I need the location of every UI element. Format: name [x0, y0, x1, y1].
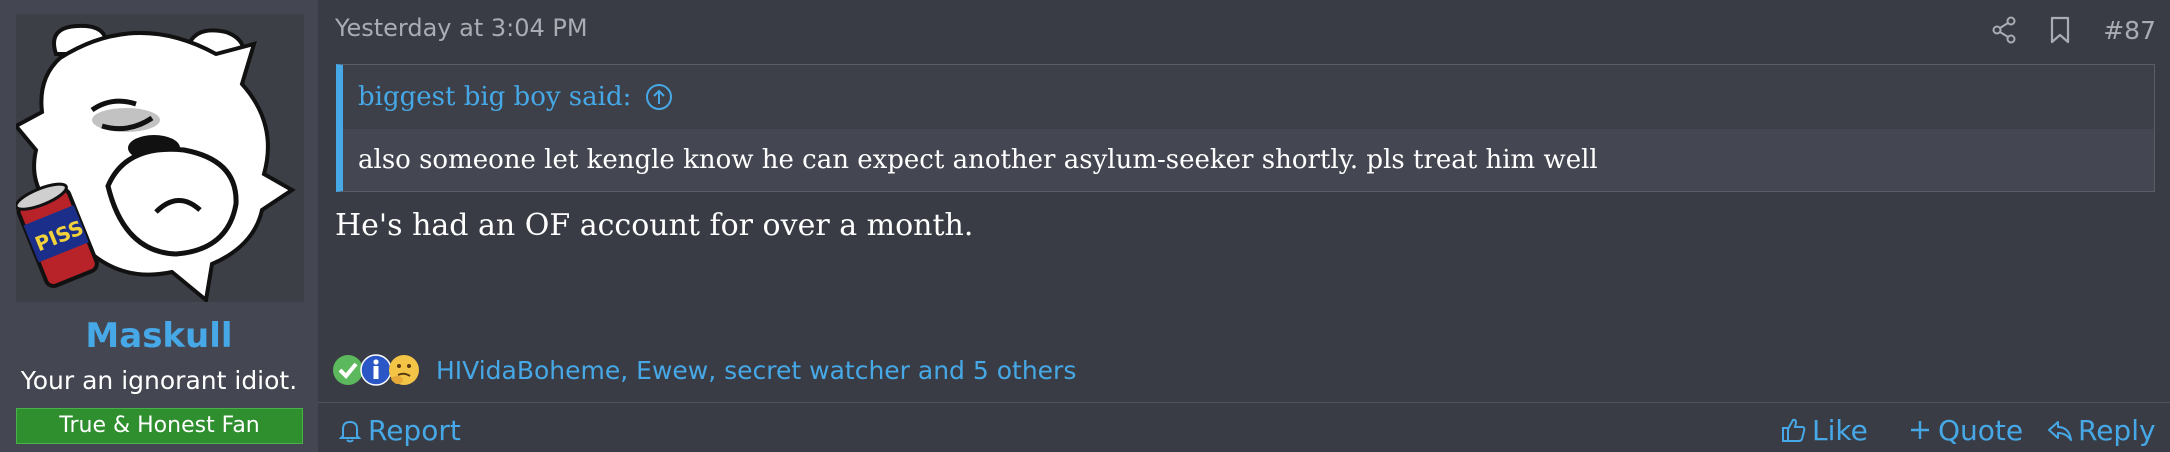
- plus-icon: [1911, 421, 1929, 439]
- forum-post: PISS Maskull Your an ignorant idiot. Tru…: [0, 0, 2170, 452]
- bear-avatar-icon: PISS: [16, 14, 304, 302]
- thinking-face-icon: [389, 355, 419, 385]
- quote-block: biggest big boy said: also someone let k…: [336, 64, 2155, 192]
- reactions-bar[interactable]: HIVidaBoheme, Ewew, secret watcher and 5…: [332, 350, 1076, 390]
- reaction-icons[interactable]: [332, 352, 428, 388]
- quote-button[interactable]: Quote: [1906, 412, 2023, 448]
- quote-header: biggest big boy said:: [343, 65, 2154, 129]
- like-button[interactable]: Like: [1780, 412, 1868, 448]
- like-label: Like: [1812, 413, 1868, 447]
- reply-button[interactable]: Reply: [2046, 412, 2156, 448]
- reply-arrow-icon: [2048, 421, 2072, 441]
- bell-icon: [338, 420, 362, 443]
- quote-label: Quote: [1938, 413, 2024, 447]
- jump-up-icon[interactable]: [645, 83, 673, 111]
- user-sidebar: PISS Maskull Your an ignorant idiot. Tru…: [0, 0, 318, 452]
- reaction-users-link[interactable]: HIVidaBoheme, Ewew, secret watcher and 5…: [436, 356, 1076, 385]
- username[interactable]: Maskull: [0, 316, 318, 356]
- user-title: Your an ignorant idiot.: [20, 366, 298, 395]
- report-label: Report: [368, 413, 461, 447]
- report-button[interactable]: Report: [336, 412, 461, 448]
- bookmark-icon[interactable]: [2047, 16, 2073, 44]
- post-number[interactable]: #87: [2103, 16, 2156, 45]
- footer-divider: [318, 402, 2170, 403]
- thumbs-up-icon: [1782, 418, 1806, 442]
- quote-author[interactable]: biggest big boy said:: [358, 82, 631, 112]
- user-avatar[interactable]: PISS: [16, 14, 304, 302]
- post-date[interactable]: Yesterday at 3:04 PM: [335, 14, 588, 42]
- post-message: He's had an OF account for over a month.: [335, 208, 974, 243]
- reply-label: Reply: [2078, 413, 2156, 447]
- user-banner: True & Honest Fan: [16, 408, 303, 444]
- post-attribution: #87: [1991, 12, 2156, 48]
- quote-text: also someone let kengle know he can expe…: [343, 129, 2154, 191]
- post-main: Yesterday at 3:04 PM #87 biggest big boy…: [318, 0, 2170, 452]
- share-icon[interactable]: [1991, 16, 2017, 44]
